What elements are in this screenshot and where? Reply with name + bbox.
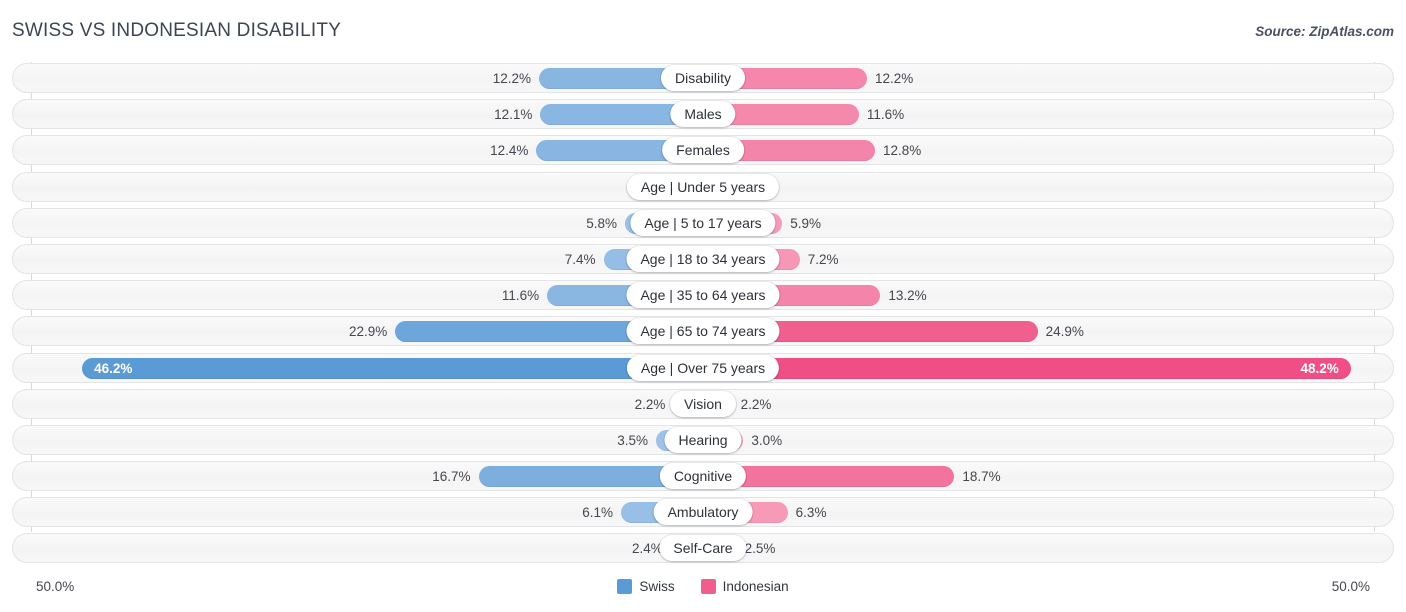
chart-footer: 50.0% 50.0% Swiss Indonesian <box>0 574 1406 612</box>
value-label-swiss: 16.7% <box>432 469 471 485</box>
row-category-label: Age | 5 to 17 years <box>630 209 776 236</box>
chart-row: 7.4% 7.2% Age | 18 to 34 years <box>0 243 1406 275</box>
chart-rows: 12.2% 12.2% Disability 12.1% 11.6% Males 12.4%… <box>0 62 1406 569</box>
chart-row: 22.9% 24.9% Age | 65 to 74 years <box>0 315 1406 347</box>
value-label-swiss: 5.8% <box>586 215 618 231</box>
legend-label: Indonesian <box>722 579 789 594</box>
value-label-swiss: 22.9% <box>348 324 388 340</box>
page-title: SWISS VS INDONESIAN DISABILITY <box>12 20 342 41</box>
value-label-swiss: 12.4% <box>490 143 529 159</box>
chart-row: 12.2% 12.2% Disability <box>0 62 1406 94</box>
value-label-swiss: 7.4% <box>564 251 596 267</box>
value-label-swiss: 6.1% <box>582 505 614 521</box>
row-category-label: Age | Over 75 years <box>626 354 780 381</box>
chart-row: 46.2% 48.2% Age | Over 75 years <box>0 352 1406 384</box>
legend-swatch-icon <box>617 579 633 594</box>
chart-header: SWISS VS INDONESIAN DISABILITY Source: Z… <box>0 0 1406 58</box>
value-label-indonesian: 7.2% <box>807 251 839 267</box>
value-label-indonesian: 5.9% <box>790 215 822 231</box>
chart-row: 3.5% 3.0% Hearing <box>0 424 1406 456</box>
value-label-indonesian: 2.5% <box>744 541 776 557</box>
row-category-label: Cognitive <box>659 463 747 490</box>
row-category-label: Age | 18 to 34 years <box>626 245 780 272</box>
value-label-swiss: 12.1% <box>494 107 533 123</box>
row-category-label: Self-Care <box>659 535 747 562</box>
value-label-indonesian: 12.8% <box>883 143 922 159</box>
value-label-indonesian: 3.0% <box>751 432 783 448</box>
row-category-label: Age | 35 to 64 years <box>626 282 780 309</box>
value-label-indonesian: 11.6% <box>866 107 905 123</box>
value-label-swiss: 2.2% <box>634 396 666 412</box>
legend-item-swiss[interactable]: Swiss <box>617 579 675 594</box>
chart-row: 1.6%1.2%Age | Under 5 years <box>0 171 1406 203</box>
chart-row: 11.6% 13.2% Age | 35 to 64 years <box>0 279 1406 311</box>
row-category-label: Age | 65 to 74 years <box>626 318 780 345</box>
value-label-indonesian: 18.7% <box>962 469 1001 485</box>
chart-plot-area: 12.2% 12.2% Disability 12.1% 11.6% Males 12.4%… <box>0 62 1406 570</box>
chart-row: 6.1% 6.3% Ambulatory <box>0 496 1406 528</box>
value-label-indonesian: 2.2% <box>740 396 772 412</box>
row-category-label: Hearing <box>664 426 742 453</box>
chart-row: 2.4% 2.5% Self-Care <box>0 532 1406 564</box>
value-label-indonesian: 24.9% <box>1045 324 1084 340</box>
legend-item-indonesian[interactable]: Indonesian <box>700 579 789 594</box>
value-label-swiss: 46.2% <box>94 360 133 376</box>
row-category-label: Vision <box>670 390 736 417</box>
value-label-indonesian: 6.3% <box>795 505 827 521</box>
chart-row: 2.2% 2.2% Vision <box>0 388 1406 420</box>
value-label-swiss: 2.4% <box>631 541 663 557</box>
value-label-swiss: 11.6% <box>501 288 540 304</box>
value-label-swiss: 3.5% <box>617 432 648 448</box>
value-label-indonesian: 13.2% <box>888 288 927 304</box>
chart-row: 12.4% 12.8% Females <box>0 134 1406 166</box>
value-label-indonesian: 12.2% <box>874 71 914 86</box>
chart-row: 12.1% 11.6% Males <box>0 98 1406 130</box>
value-label-indonesian: 48.2% <box>1300 360 1339 376</box>
chart-legend: Swiss Indonesian <box>0 579 1406 594</box>
row-category-label: Disability <box>660 65 746 91</box>
legend-swatch-icon <box>700 579 716 594</box>
legend-label: Swiss <box>639 579 675 594</box>
row-category-label: Males <box>670 101 736 128</box>
row-category-label: Females <box>662 137 744 164</box>
value-label-swiss: 12.2% <box>492 71 532 86</box>
row-category-label: Ambulatory <box>653 499 753 526</box>
bar-indonesian[interactable] <box>703 357 1351 379</box>
chart-row: 5.8% 5.9% Age | 5 to 17 years <box>0 207 1406 239</box>
chart-row: 16.7% 18.7% Cognitive <box>0 460 1406 492</box>
bar-swiss[interactable] <box>82 357 703 379</box>
source-attribution: Source: ZipAtlas.com <box>1255 24 1394 39</box>
chart-page: SWISS VS INDONESIAN DISABILITY Source: Z… <box>0 0 1406 612</box>
row-category-label: Age | Under 5 years <box>626 173 780 200</box>
